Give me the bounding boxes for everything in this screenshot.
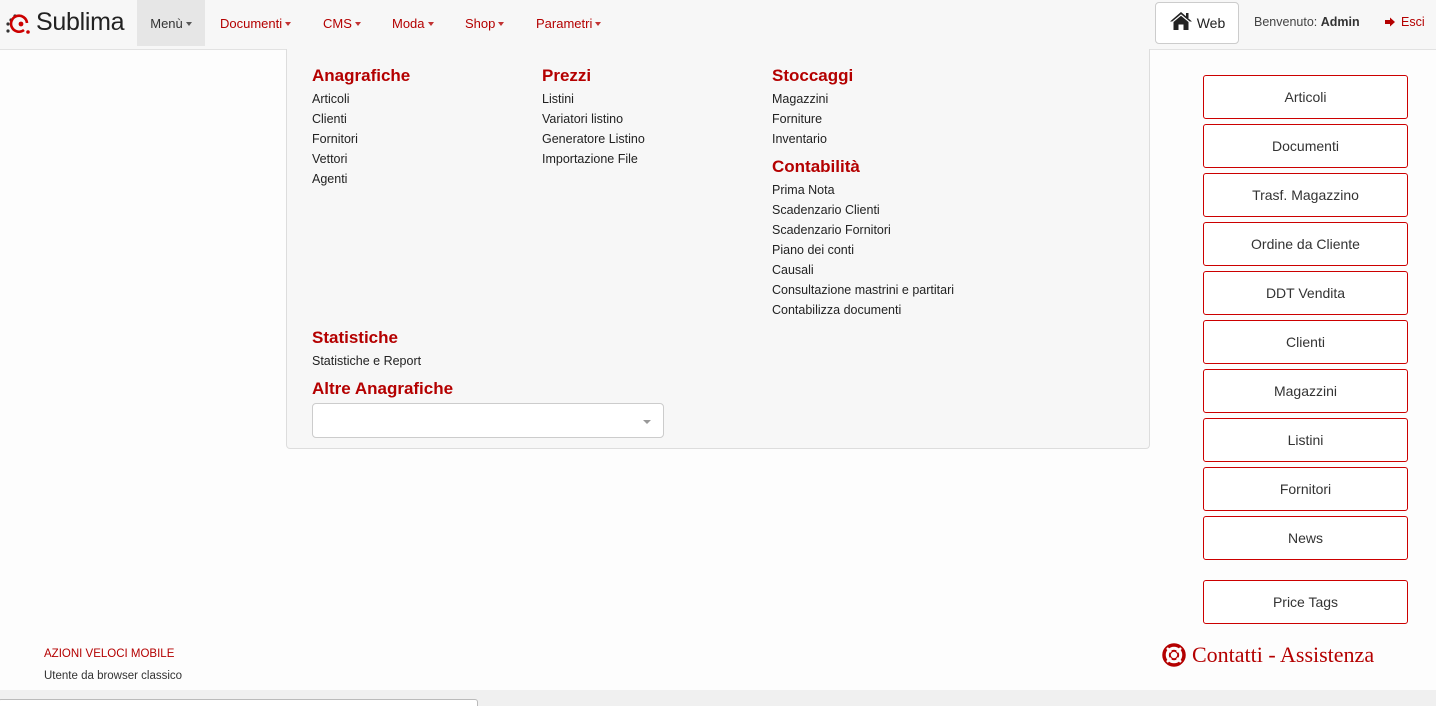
section-title: Statistiche bbox=[312, 328, 398, 347]
menu-link-agenti[interactable]: Agenti bbox=[312, 169, 410, 189]
menu-link-prima-nota[interactable]: Prima Nota bbox=[772, 180, 954, 200]
price-tags-button[interactable]: Price Tags bbox=[1203, 580, 1408, 624]
section-title: Stoccaggi bbox=[772, 66, 854, 85]
main-menu-dropdown: Anagrafiche Articoli Clienti Fornitori V… bbox=[286, 49, 1150, 449]
menu-link-listini[interactable]: Listini bbox=[542, 89, 645, 109]
quick-button-clienti[interactable]: Clienti bbox=[1203, 320, 1408, 364]
brand[interactable]: Sublima bbox=[4, 4, 125, 40]
section-title: Contabilità bbox=[772, 157, 860, 176]
nav-shop-label: Shop bbox=[465, 15, 496, 31]
quick-button-ddt-vendita[interactable]: DDT Vendita bbox=[1203, 271, 1408, 315]
web-button-label: Web bbox=[1196, 15, 1226, 31]
section-title: Prezzi bbox=[542, 66, 592, 85]
quick-button-listini[interactable]: Listini bbox=[1203, 418, 1408, 462]
nav-cms[interactable]: CMS bbox=[323, 0, 361, 46]
menu-link-importazione-file[interactable]: Importazione File bbox=[542, 149, 645, 169]
menu-section-statistiche: Statistiche Statistiche e Report bbox=[312, 325, 421, 371]
contact-label: Contatti - Assistenza bbox=[1192, 642, 1375, 667]
section-title: Altre Anagrafiche bbox=[312, 379, 454, 398]
menu-link-scadenzario-fornitori[interactable]: Scadenzario Fornitori bbox=[772, 220, 954, 240]
menu-link-forniture[interactable]: Forniture bbox=[772, 109, 853, 129]
caret-down-icon bbox=[643, 420, 651, 424]
mobile-quick-actions-link[interactable]: AZIONI VELOCI MOBILE bbox=[44, 648, 174, 660]
top-navbar: Sublima Menù Documenti CMS Moda Shop Par… bbox=[0, 0, 1436, 50]
menu-section-anagrafiche: Anagrafiche Articoli Clienti Fornitori V… bbox=[312, 63, 410, 189]
quick-button-label: Documenti bbox=[1272, 138, 1339, 154]
quick-button-label: DDT Vendita bbox=[1265, 285, 1346, 301]
menu-link-consultazione-mastrini[interactable]: Consultazione mastrini e partitari bbox=[772, 280, 954, 300]
logout-link[interactable]: Esci bbox=[1385, 15, 1425, 29]
quick-button-ordine-cliente[interactable]: Ordine da Cliente bbox=[1203, 222, 1408, 266]
menu-section-prezzi: Prezzi Listini Variatori listino Generat… bbox=[542, 63, 645, 169]
nav-moda-label: Moda bbox=[392, 15, 425, 31]
section-title: Anagrafiche bbox=[312, 66, 411, 85]
menu-link-piano-dei-conti[interactable]: Piano dei conti bbox=[772, 240, 954, 260]
home-icon bbox=[1169, 12, 1192, 30]
menu-link-vettori[interactable]: Vettori bbox=[312, 149, 410, 169]
nav-cms-label: CMS bbox=[323, 15, 352, 31]
welcome-text: Benvenuto: Admin bbox=[1254, 15, 1360, 29]
nav-shop[interactable]: Shop bbox=[465, 0, 505, 46]
quick-button-label: Articoli bbox=[1284, 89, 1327, 105]
caret-down-icon bbox=[354, 22, 361, 26]
browser-status-url bbox=[0, 699, 478, 706]
nav-documenti-label: Documenti bbox=[220, 15, 283, 31]
brand-name: Sublima bbox=[36, 7, 125, 36]
quick-button-documenti[interactable]: Documenti bbox=[1203, 124, 1408, 168]
menu-link-inventario[interactable]: Inventario bbox=[772, 129, 853, 149]
menu-link-fornitori[interactable]: Fornitori bbox=[312, 129, 410, 149]
quick-button-magazzini[interactable]: Magazzini bbox=[1203, 369, 1408, 413]
menu-section-altre-anagrafiche: Altre Anagrafiche bbox=[312, 376, 453, 402]
menu-link-statistiche-report[interactable]: Statistiche e Report bbox=[312, 351, 421, 371]
menu-link-variatori-listino[interactable]: Variatori listino bbox=[542, 109, 645, 129]
quick-button-label: Fornitori bbox=[1279, 481, 1332, 497]
menu-section-stoccaggi: Stoccaggi Magazzini Forniture Inventario bbox=[772, 63, 853, 149]
quick-button-label: Clienti bbox=[1286, 334, 1325, 350]
quick-button-articoli[interactable]: Articoli bbox=[1203, 75, 1408, 119]
caret-down-icon bbox=[498, 22, 505, 26]
welcome-user: Admin bbox=[1320, 15, 1360, 29]
quick-button-label: Trasf. Magazzino bbox=[1252, 187, 1359, 203]
quick-button-label: Magazzini bbox=[1273, 383, 1338, 399]
contact-support-link[interactable]: Contatti - Assistenza bbox=[1162, 642, 1374, 668]
nav-parametri[interactable]: Parametri bbox=[536, 0, 602, 46]
nav-menu-label: Menù bbox=[150, 15, 183, 31]
menu-link-scadenzario-clienti[interactable]: Scadenzario Clienti bbox=[772, 200, 954, 220]
nav-moda[interactable]: Moda bbox=[392, 0, 434, 46]
life-ring-icon bbox=[1162, 643, 1186, 667]
caret-down-icon bbox=[285, 22, 292, 26]
caret-down-icon bbox=[185, 22, 192, 26]
quick-button-label: News bbox=[1287, 530, 1323, 546]
quick-button-label: Listini bbox=[1287, 432, 1324, 448]
quick-button-label: Ordine da Cliente bbox=[1251, 236, 1360, 252]
caret-down-icon bbox=[595, 22, 602, 26]
altre-anagrafiche-select[interactable] bbox=[312, 403, 664, 438]
menu-link-generatore-listino[interactable]: Generatore Listino bbox=[542, 129, 645, 149]
sign-out-icon bbox=[1385, 17, 1395, 27]
nav-parametri-label: Parametri bbox=[536, 15, 593, 31]
price-tags-label: Price Tags bbox=[1272, 594, 1339, 610]
quick-button-fornitori[interactable]: Fornitori bbox=[1203, 467, 1408, 511]
menu-link-magazzini[interactable]: Magazzini bbox=[772, 89, 853, 109]
menu-link-causali[interactable]: Causali bbox=[772, 260, 954, 280]
browser-note: Utente da browser classico bbox=[44, 670, 183, 682]
quick-button-news[interactable]: News bbox=[1203, 516, 1408, 560]
welcome-prefix: Benvenuto: bbox=[1254, 15, 1318, 29]
nav-documenti[interactable]: Documenti bbox=[220, 0, 292, 46]
sublima-logo-icon bbox=[6, 14, 30, 34]
menu-link-articoli[interactable]: Articoli bbox=[312, 89, 410, 109]
nav-menu[interactable]: Menù bbox=[137, 0, 205, 46]
menu-link-contabilizza-documenti[interactable]: Contabilizza documenti bbox=[772, 300, 954, 320]
quick-button-trasf-magazzino[interactable]: Trasf. Magazzino bbox=[1203, 173, 1408, 217]
logout-label: Esci bbox=[1401, 15, 1425, 29]
menu-section-contabilita: Contabilità Prima Nota Scadenzario Clien… bbox=[772, 154, 954, 320]
caret-down-icon bbox=[427, 22, 434, 26]
menu-link-clienti[interactable]: Clienti bbox=[312, 109, 410, 129]
web-button[interactable]: Web bbox=[1155, 2, 1239, 44]
